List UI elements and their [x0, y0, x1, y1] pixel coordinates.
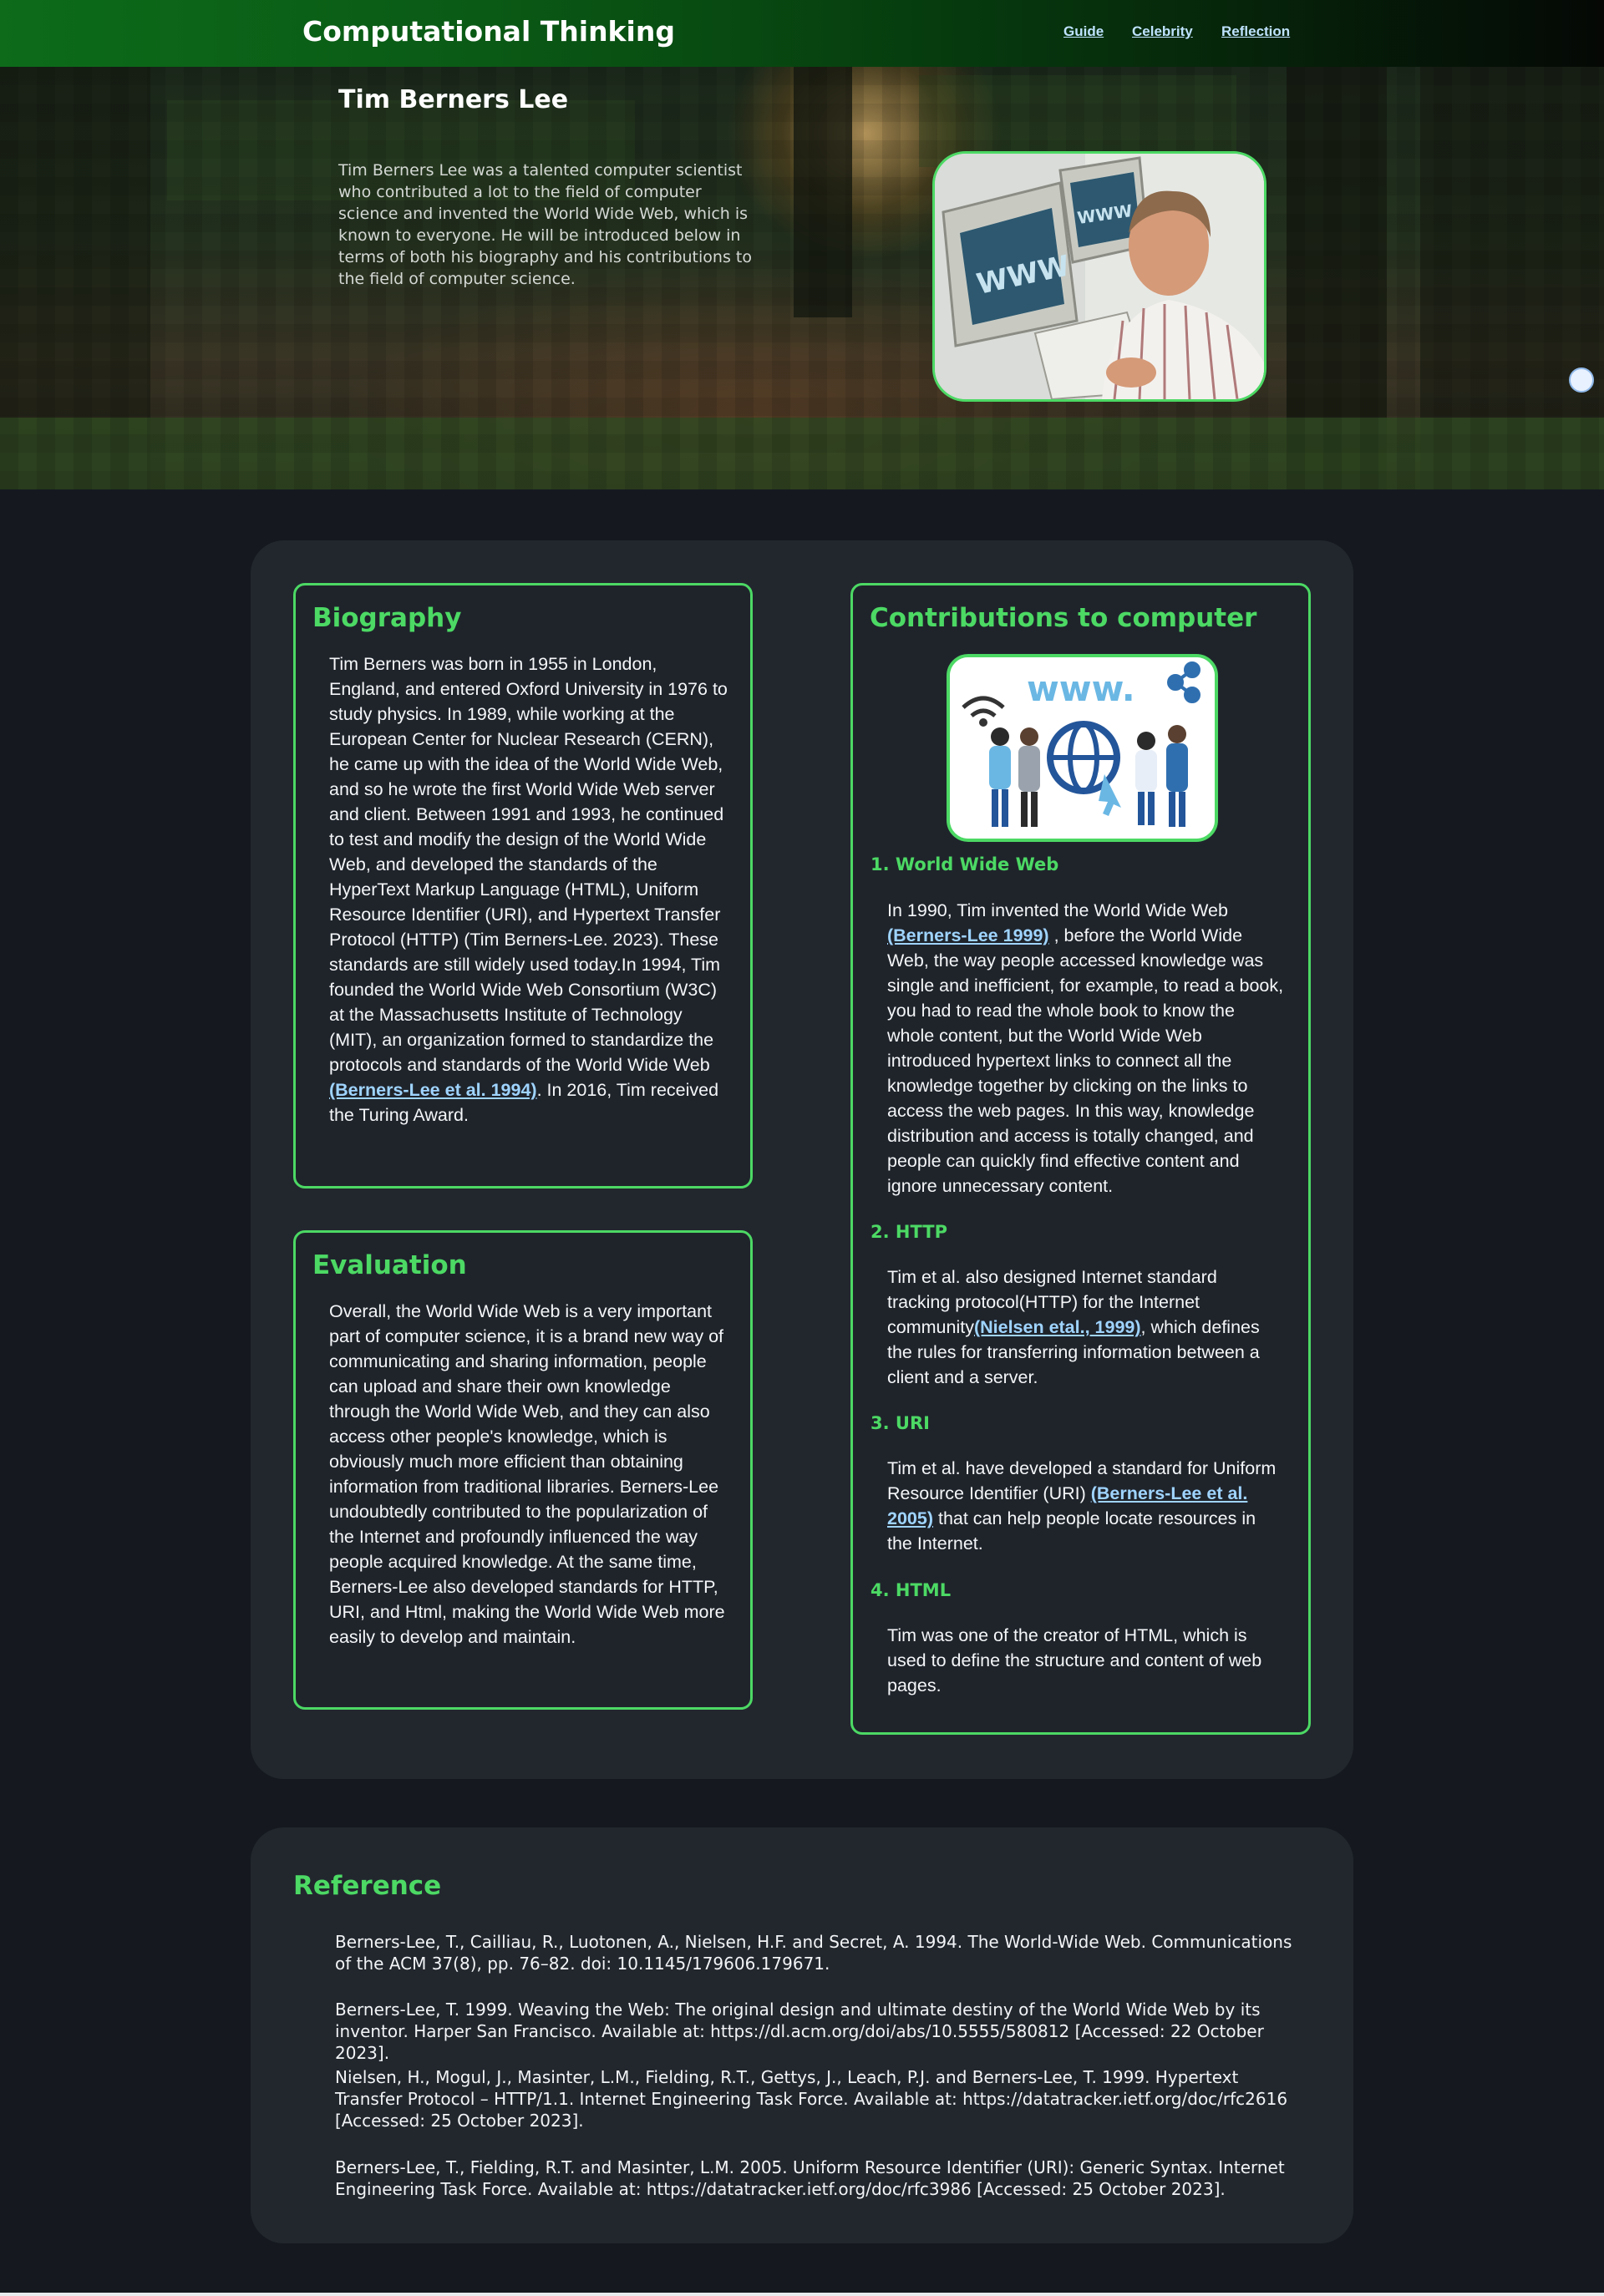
www-graphic: www.	[950, 657, 1215, 839]
portrait-photo: WWW WWW	[932, 151, 1266, 402]
hero-title: Tim Berners Lee	[338, 85, 569, 114]
evaluation-title: Evaluation	[312, 1250, 467, 1280]
contribution-heading-http: 2. HTTP	[871, 1222, 947, 1242]
contribution-text-html: Tim was one of the creator of HTML, whic…	[887, 1625, 1262, 1695]
biography-title: Biography	[312, 603, 462, 633]
reference-title: Reference	[293, 1871, 442, 1901]
reference-item: Berners-Lee, T. 1999. Weaving the Web: T…	[335, 1999, 1264, 2063]
hero-intro: Tim Berners Lee was a talented computer …	[338, 161, 752, 288]
nav-link-celebrity[interactable]: Celebrity	[1132, 23, 1193, 40]
contributions-title: Contributions to computer	[870, 603, 1257, 633]
contribution-heading-html: 4. HTML	[871, 1580, 952, 1600]
floating-helper-icon[interactable]	[1569, 367, 1594, 393]
contribution-text-part: , before the World Wide Web, the way peo…	[887, 925, 1284, 1196]
reference-item: Nielsen, H., Mogul, J., Masinter, L.M., …	[335, 2067, 1288, 2131]
hero-texture	[0, 67, 1604, 489]
nav-link-reflection[interactable]: Reflection	[1221, 23, 1290, 40]
contribution-text-uri: Tim et al. have developed a standard for…	[887, 1456, 1284, 1556]
contribution-heading-uri: 3. URI	[871, 1413, 930, 1433]
contribution-citation-link[interactable]: (Nielsen etal., 1999)	[974, 1317, 1141, 1337]
reference-item: Berners-Lee, T., Fielding, R.T. and Masi…	[335, 2157, 1285, 2199]
biography-citation-link[interactable]: (Berners-Lee et al. 1994)	[329, 1080, 537, 1100]
contribution-citation-link[interactable]: (Berners-Lee 1999)	[887, 925, 1049, 945]
hero-banner	[0, 67, 1604, 489]
contribution-text-www: In 1990, Tim invented the World Wide Web…	[887, 898, 1284, 1199]
nav-link-guide[interactable]: Guide	[1063, 23, 1104, 40]
contribution-text-part: that can help people locate resources in…	[887, 1508, 1256, 1553]
www-text: www.	[1027, 668, 1135, 709]
reference-item: Berners-Lee, T., Cailliau, R., Luotonen,…	[335, 1932, 1292, 1974]
contribution-text-part: In 1990, Tim invented the World Wide Web	[887, 900, 1228, 920]
contribution-heading-www: 1. World Wide Web	[871, 854, 1059, 874]
page-bottom-bar	[0, 2293, 1604, 2296]
top-nav: Computational Thinking Guide Celebrity R…	[0, 0, 1604, 67]
contribution-text-http: Tim et al. also designed Internet standa…	[887, 1265, 1284, 1390]
www-illustration: www.	[947, 654, 1218, 842]
portrait-illustration: WWW WWW	[935, 154, 1264, 399]
biography-text-part: Tim Berners was born in 1955 in London, …	[329, 654, 728, 1075]
biography-text: Tim Berners was born in 1955 in London, …	[329, 651, 730, 1128]
evaluation-text: Overall, the World Wide Web is a very im…	[329, 1301, 725, 1647]
site-brand[interactable]: Computational Thinking	[302, 15, 675, 48]
